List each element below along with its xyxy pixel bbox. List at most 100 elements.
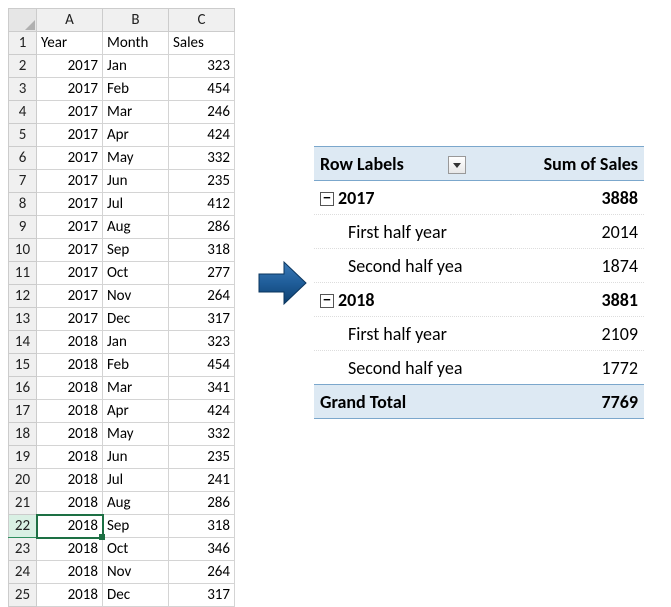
cell[interactable]: 317 bbox=[169, 584, 235, 607]
cell[interactable]: Jul bbox=[103, 469, 169, 492]
cell[interactable]: 286 bbox=[169, 492, 235, 515]
cell[interactable]: 2017 bbox=[37, 170, 103, 193]
cell[interactable]: 412 bbox=[169, 193, 235, 216]
cell[interactable]: 2018 bbox=[37, 354, 103, 377]
row-header[interactable]: 14 bbox=[9, 331, 37, 354]
row-header[interactable]: 17 bbox=[9, 400, 37, 423]
cell[interactable]: 277 bbox=[169, 262, 235, 285]
pivot-sub-label[interactable]: First half year bbox=[314, 215, 511, 249]
cell[interactable]: Dec bbox=[103, 308, 169, 331]
cell[interactable]: 246 bbox=[169, 101, 235, 124]
cell[interactable]: Jan bbox=[103, 55, 169, 78]
cell[interactable]: 2017 bbox=[37, 55, 103, 78]
cell[interactable]: Jan bbox=[103, 331, 169, 354]
cell[interactable]: 286 bbox=[169, 216, 235, 239]
cell[interactable]: Oct bbox=[103, 538, 169, 561]
row-header[interactable]: 25 bbox=[9, 584, 37, 607]
cell[interactable]: 317 bbox=[169, 308, 235, 331]
row-header[interactable]: 16 bbox=[9, 377, 37, 400]
cell[interactable]: 2017 bbox=[37, 239, 103, 262]
pivot-sub-label[interactable]: Second half yea bbox=[314, 351, 511, 385]
row-header[interactable]: 7 bbox=[9, 170, 37, 193]
cell[interactable]: 2018 bbox=[37, 377, 103, 400]
cell[interactable]: Nov bbox=[103, 285, 169, 308]
cell[interactable]: 2018 bbox=[37, 561, 103, 584]
row-header[interactable]: 4 bbox=[9, 101, 37, 124]
row-header[interactable]: 5 bbox=[9, 124, 37, 147]
row-header[interactable]: 2 bbox=[9, 55, 37, 78]
cell[interactable]: Jun bbox=[103, 446, 169, 469]
cell[interactable]: 454 bbox=[169, 354, 235, 377]
select-all-corner[interactable] bbox=[9, 9, 37, 32]
row-header[interactable]: 19 bbox=[9, 446, 37, 469]
cell[interactable]: 241 bbox=[169, 469, 235, 492]
cell[interactable]: 2018 bbox=[37, 515, 103, 538]
row-header[interactable]: 23 bbox=[9, 538, 37, 561]
cell[interactable]: Feb bbox=[103, 354, 169, 377]
cell[interactable]: 2017 bbox=[37, 101, 103, 124]
cell[interactable]: 2018 bbox=[37, 538, 103, 561]
column-header-c[interactable]: C bbox=[169, 9, 235, 32]
cell[interactable]: 2017 bbox=[37, 193, 103, 216]
cell[interactable]: Dec bbox=[103, 584, 169, 607]
cell[interactable]: Nov bbox=[103, 561, 169, 584]
cell[interactable]: 454 bbox=[169, 78, 235, 101]
filter-dropdown-button[interactable] bbox=[448, 156, 466, 174]
cell[interactable]: Oct bbox=[103, 262, 169, 285]
collapse-icon[interactable]: − bbox=[320, 192, 334, 206]
cell[interactable]: 2018 bbox=[37, 423, 103, 446]
cell[interactable]: 318 bbox=[169, 515, 235, 538]
row-header[interactable]: 21 bbox=[9, 492, 37, 515]
cell[interactable]: 2017 bbox=[37, 308, 103, 331]
cell[interactable]: Apr bbox=[103, 124, 169, 147]
row-header[interactable]: 3 bbox=[9, 78, 37, 101]
cell[interactable]: 323 bbox=[169, 55, 235, 78]
cell[interactable]: 235 bbox=[169, 446, 235, 469]
cell[interactable]: 2018 bbox=[37, 584, 103, 607]
cell[interactable]: 2018 bbox=[37, 400, 103, 423]
cell[interactable]: 2017 bbox=[37, 285, 103, 308]
row-header[interactable]: 20 bbox=[9, 469, 37, 492]
cell[interactable]: 341 bbox=[169, 377, 235, 400]
cell[interactable]: 2017 bbox=[37, 262, 103, 285]
pivot-sub-label[interactable]: First half year bbox=[314, 317, 511, 351]
pivot-year-row[interactable]: −2017 bbox=[314, 181, 511, 215]
cell[interactable]: Sep bbox=[103, 239, 169, 262]
row-header[interactable]: 12 bbox=[9, 285, 37, 308]
cell[interactable]: Mar bbox=[103, 377, 169, 400]
cell[interactable]: 2017 bbox=[37, 147, 103, 170]
row-header[interactable]: 9 bbox=[9, 216, 37, 239]
cell[interactable]: Feb bbox=[103, 78, 169, 101]
cell[interactable]: Sales bbox=[169, 32, 235, 55]
cell[interactable]: Apr bbox=[103, 400, 169, 423]
cell[interactable]: 2017 bbox=[37, 78, 103, 101]
row-header[interactable]: 22 bbox=[9, 515, 37, 538]
pivot-row-labels-header[interactable]: Row Labels bbox=[314, 147, 511, 181]
collapse-icon[interactable]: − bbox=[320, 294, 334, 308]
row-header[interactable]: 11 bbox=[9, 262, 37, 285]
cell[interactable]: 2018 bbox=[37, 469, 103, 492]
cell[interactable]: 264 bbox=[169, 561, 235, 584]
cell[interactable]: 332 bbox=[169, 147, 235, 170]
cell[interactable]: 424 bbox=[169, 124, 235, 147]
pivot-sub-label[interactable]: Second half yea bbox=[314, 249, 511, 283]
cell[interactable]: 424 bbox=[169, 400, 235, 423]
pivot-year-row[interactable]: −2018 bbox=[314, 283, 511, 317]
cell[interactable]: 2018 bbox=[37, 492, 103, 515]
cell[interactable]: Year bbox=[37, 32, 103, 55]
cell[interactable]: 235 bbox=[169, 170, 235, 193]
cell[interactable]: 264 bbox=[169, 285, 235, 308]
cell[interactable]: Mar bbox=[103, 101, 169, 124]
spreadsheet-grid[interactable]: A B C 1YearMonthSales22017Jan32332017Feb… bbox=[8, 8, 235, 607]
cell[interactable]: Jul bbox=[103, 193, 169, 216]
cell[interactable]: May bbox=[103, 147, 169, 170]
column-header-a[interactable]: A bbox=[37, 9, 103, 32]
cell[interactable]: 2017 bbox=[37, 124, 103, 147]
row-header[interactable]: 24 bbox=[9, 561, 37, 584]
cell[interactable]: Month bbox=[103, 32, 169, 55]
cell[interactable]: 318 bbox=[169, 239, 235, 262]
cell[interactable]: Jun bbox=[103, 170, 169, 193]
cell[interactable]: Aug bbox=[103, 492, 169, 515]
cell[interactable]: May bbox=[103, 423, 169, 446]
cell[interactable]: 332 bbox=[169, 423, 235, 446]
